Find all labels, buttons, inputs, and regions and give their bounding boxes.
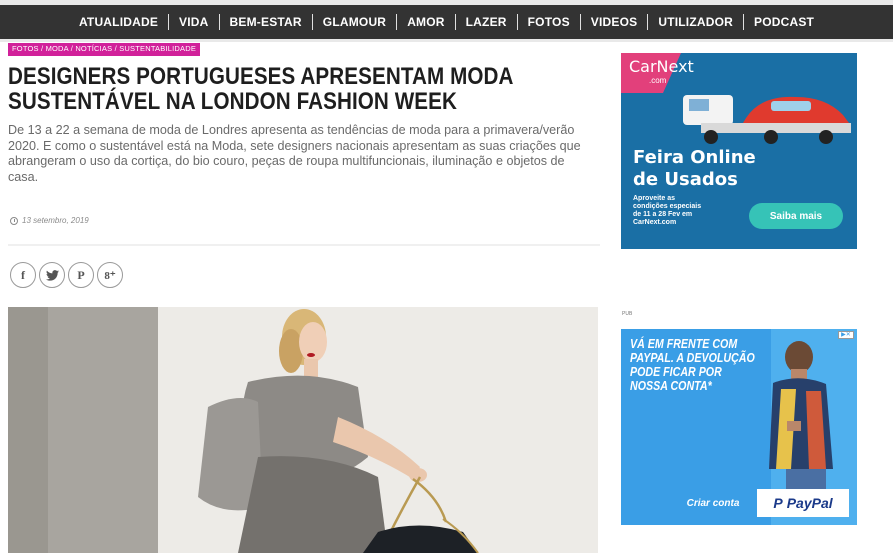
paypal-logo-icon: P	[773, 495, 783, 511]
nav-item-glamour[interactable]: GLAMOUR	[313, 15, 396, 29]
pinterest-icon: P	[77, 267, 85, 282]
article-title: DESIGNERS PORTUGUESES APRESENTAM MODA SU…	[8, 63, 513, 115]
nav-divider	[516, 14, 518, 30]
nav-item-utilizador[interactable]: UTILIZADOR	[648, 15, 743, 29]
category-tags: FOTOS / MODA / NOTÍCIAS / SUSTENTABILIDA…	[8, 43, 201, 56]
article-lead: De 13 a 22 a semana de moda de Londres a…	[8, 123, 581, 184]
carnext-advertisement[interactable]: CarNext .com Feira Online de Usados Apro…	[621, 53, 857, 249]
nav-divider	[311, 14, 313, 30]
nav-item-vida[interactable]: VIDA	[169, 15, 218, 29]
category-link-moda[interactable]: MODA	[46, 44, 69, 53]
nav-divider	[647, 14, 649, 30]
nav-item-amor[interactable]: AMOR	[397, 15, 454, 29]
carnext-headline-1: Feira Online	[633, 147, 756, 168]
top-navigation: ATUALIDADE VIDA BEM-ESTAR GLAMOUR AMOR L…	[0, 0, 893, 42]
nav-divider	[396, 14, 398, 30]
carnext-body: Aproveite as condições especiais de 11 a…	[633, 195, 701, 227]
google-plus-icon: 8⁺	[104, 269, 116, 282]
nav-item-fotos[interactable]: FOTOS	[518, 15, 580, 29]
category-separator: /	[38, 44, 46, 53]
clock-icon	[10, 216, 18, 225]
section-divider	[8, 244, 600, 246]
category-link-noticias[interactable]: NOTÍCIAS	[75, 44, 112, 53]
facebook-share-button[interactable]: f	[10, 262, 36, 288]
nav-item-atualidade[interactable]: ATUALIDADE	[69, 15, 168, 29]
article-hero-image	[8, 307, 598, 553]
paypal-logo-text: PayPal	[786, 495, 833, 511]
carnext-logo-sub: .com	[649, 76, 667, 85]
paypal-ad-text-line-3: PODE FICAR POR	[630, 364, 722, 379]
nav-divider	[168, 14, 170, 30]
advertisement-label: PUB	[622, 311, 633, 317]
share-buttons: f P 8⁺	[10, 262, 123, 288]
nav-bar: ATUALIDADE VIDA BEM-ESTAR GLAMOUR AMOR L…	[0, 5, 893, 39]
category-link-sustentabilidade[interactable]: SUSTENTABILIDADE	[119, 44, 196, 53]
nav-divider	[579, 14, 581, 30]
carnext-logo-text: CarNext	[629, 57, 694, 76]
carnext-body-line-4: CarNext.com	[633, 219, 677, 226]
nav-item-videos[interactable]: VIDEOS	[581, 15, 648, 29]
fashion-model-photo	[8, 307, 598, 553]
pinterest-share-button[interactable]: P	[68, 262, 94, 288]
carnext-body-line-2: condições especiais	[633, 203, 702, 210]
paypal-ad-text-line-1: VÁ EM FRENTE COM	[630, 336, 738, 351]
article-date: 13 setembro, 2019	[10, 216, 89, 225]
nav-divider	[742, 14, 744, 30]
carnext-cta-button[interactable]: Saiba mais	[749, 203, 843, 229]
nav-item-podcast[interactable]: PODCAST	[744, 15, 824, 29]
category-link-fotos[interactable]: FOTOS	[12, 44, 39, 53]
carnext-body-line-1: Aproveite as	[633, 195, 676, 202]
nav-divider	[454, 14, 456, 30]
paypal-logo-box: P PayPal	[757, 489, 849, 517]
twitter-share-button[interactable]	[39, 262, 65, 288]
paypal-advertisement[interactable]: VÁ EM FRENTE COM PAYPAL. A DEVOLUÇÃO POD…	[621, 329, 857, 525]
paypal-ad-text: VÁ EM FRENTE COM PAYPAL. A DEVOLUÇÃO POD…	[630, 337, 755, 393]
ad-choices-icon[interactable]: ▶✕	[838, 331, 854, 339]
facebook-icon: f	[21, 267, 25, 282]
nav-item-lazer[interactable]: LAZER	[456, 15, 517, 29]
carnext-body-line-3: de 11 a 28 Fev em	[633, 211, 693, 218]
paypal-ad-text-line-2: PAYPAL. A DEVOLUÇÃO	[630, 350, 755, 365]
paypal-ad-text-line-4: NOSSA CONTA*	[630, 378, 712, 393]
nav-divider	[218, 14, 220, 30]
article-date-text: 13 setembro, 2019	[22, 216, 89, 225]
googleplus-share-button[interactable]: 8⁺	[97, 262, 123, 288]
twitter-icon	[45, 269, 59, 281]
nav-item-bem-estar[interactable]: BEM-ESTAR	[220, 15, 312, 29]
carnext-headline-2: de Usados	[633, 169, 738, 190]
paypal-cta-button[interactable]: Criar conta	[677, 492, 749, 514]
carnext-logo: CarNext	[629, 59, 694, 75]
